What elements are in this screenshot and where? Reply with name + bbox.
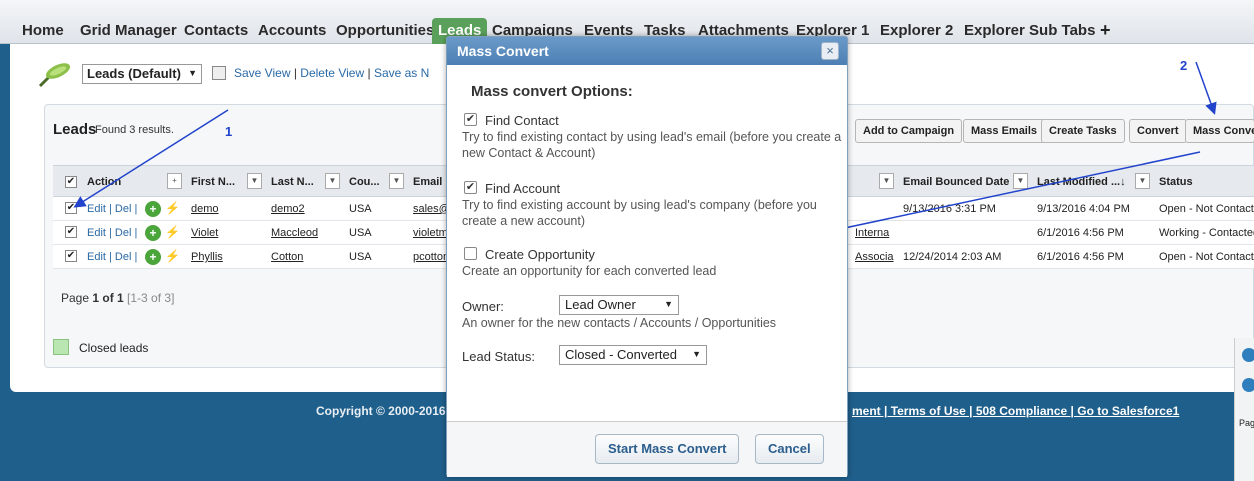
cancel-button[interactable]: Cancel [755,434,824,464]
options-heading: Mass convert Options: [471,83,633,100]
find-contact-label: Find Contact [485,113,559,128]
mass-convert-dialog: Mass Convert × Mass convert Options: ✔ F… [446,36,848,477]
find-contact-desc: Try to find existing contact by using le… [462,130,842,160]
annotation-1: 1 [225,124,233,139]
create-opportunity-desc: Create an opportunity for each converted… [462,264,717,278]
lead-status-select-value: Closed - Converted [565,347,677,362]
close-icon[interactable]: × [821,42,839,60]
owner-desc: An owner for the new contacts / Accounts… [462,316,777,330]
owner-select[interactable]: Lead Owner ▼ [559,295,679,315]
lead-status-select[interactable]: Closed - Converted ▼ [559,345,707,365]
dialog-title: Mass Convert [457,43,549,59]
owner-label: Owner: [462,299,504,314]
create-opportunity-label: Create Opportunity [485,247,595,262]
find-contact-checkbox[interactable]: ✔ [464,113,477,126]
dialog-footer: Start Mass Convert Cancel [447,421,847,477]
dialog-header: Mass Convert [447,37,847,65]
annotation-2: 2 [1180,58,1188,73]
chevron-down-icon: ▼ [692,349,701,359]
arrow-1 [73,109,229,208]
lead-status-label: Lead Status: [462,349,535,364]
start-mass-convert-button[interactable]: Start Mass Convert [595,434,740,464]
owner-select-value: Lead Owner [565,297,636,312]
find-account-label: Find Account [485,181,561,196]
create-opportunity-checkbox[interactable] [464,247,477,260]
find-account-checkbox[interactable]: ✔ [464,181,477,194]
arrow-3 [823,151,1201,236]
find-account-desc: Try to find existing account by using le… [462,198,817,228]
arrow-2 [1195,61,1217,115]
chevron-down-icon: ▼ [664,299,673,309]
